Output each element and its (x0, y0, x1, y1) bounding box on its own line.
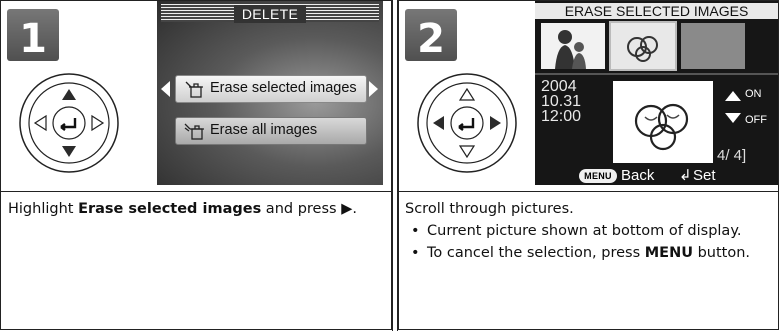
flowers-photo-icon (634, 103, 689, 151)
trash-single-icon (185, 81, 203, 98)
bullet-list: Current picture shown at bottom of displ… (405, 220, 771, 264)
off-label: OFF (745, 114, 767, 126)
trash-all-icon (184, 123, 204, 140)
step-1-number: 1 (19, 16, 47, 61)
screen-title: DELETE (161, 4, 379, 23)
right-arrow-icon: ▶ (341, 201, 353, 217)
date-time: 2004 10.31 12:00 (541, 78, 582, 125)
text: To cancel the selection, press (427, 245, 645, 261)
screen-footer: MENU Back ↲ Set (535, 167, 778, 185)
down-arrow-icon (725, 113, 741, 123)
step-1-badge: 1 (7, 9, 59, 61)
date-day: 10.31 (541, 93, 582, 110)
text: Current picture shown at bottom of displ… (427, 223, 742, 239)
up-arrow-icon (725, 91, 741, 101)
current-picture (613, 81, 713, 163)
date-year: 2004 (541, 78, 577, 95)
screen-title: ERASE SELECTED IMAGES (535, 3, 778, 19)
multi-selector-left-right-icon (415, 71, 519, 179)
erase-all-images-label: Erase all images (210, 122, 318, 138)
step-2-instructions: Scroll through pictures. Current picture… (405, 198, 771, 264)
left-arrow-icon (161, 81, 170, 97)
text: and press (261, 201, 342, 217)
thumbnail-3[interactable] (681, 23, 745, 69)
flowers-photo-icon (627, 36, 658, 62)
back-label: Back (621, 167, 655, 184)
on-label: ON (745, 88, 762, 100)
bold-text: MENU (644, 245, 693, 261)
thumbnail-tray-line (535, 73, 778, 75)
bullet-item: Current picture shown at bottom of displ… (405, 220, 771, 242)
on-off-control: ON OFF (723, 85, 773, 134)
bold-text: Erase selected images (78, 201, 262, 217)
time: 12:00 (541, 108, 582, 125)
step-1-instructions: Highlight Erase selected images and pres… (8, 198, 357, 220)
delete-menu-screen: DELETE Erase selected images Erase all i (157, 1, 383, 185)
step-2-panel: 2 ERASE SELECTED IMAGES 2004 10.31 12:00… (398, 0, 779, 330)
enter-icon: ↲ (679, 167, 692, 184)
multi-selector-right-icon (17, 71, 121, 179)
thumbnail-2[interactable] (609, 21, 677, 71)
intro-text: Scroll through pictures. (405, 201, 574, 217)
set-label: Set (693, 167, 716, 184)
screen-title-text: DELETE (233, 5, 307, 23)
instruction-page: 1 DELETE Erase selected images Erase all… (0, 0, 779, 331)
erase-all-images-item[interactable]: Erase all images (175, 117, 367, 145)
image-counter: 4/ 4] (717, 147, 747, 164)
divider (1, 191, 391, 192)
text: button. (692, 245, 751, 261)
bullet-item: To cancel the selection, press MENU butt… (405, 242, 771, 264)
step-1-panel: 1 DELETE Erase selected images Erase all… (0, 0, 392, 330)
text: Highlight (8, 201, 79, 217)
step-2-badge: 2 (405, 9, 457, 61)
step-2-number: 2 (417, 16, 445, 61)
divider (399, 191, 778, 192)
erase-selected-images-label: Erase selected images (210, 80, 357, 96)
erase-selected-screen: ERASE SELECTED IMAGES 2004 10.31 12:00 O… (535, 1, 778, 185)
text: . (352, 201, 357, 217)
right-arrow-icon (369, 81, 378, 97)
people-photo-icon (555, 30, 586, 69)
erase-selected-images-item[interactable]: Erase selected images (175, 75, 367, 103)
menu-button-icon: MENU (579, 169, 617, 183)
thumbnail-1[interactable] (541, 23, 605, 69)
